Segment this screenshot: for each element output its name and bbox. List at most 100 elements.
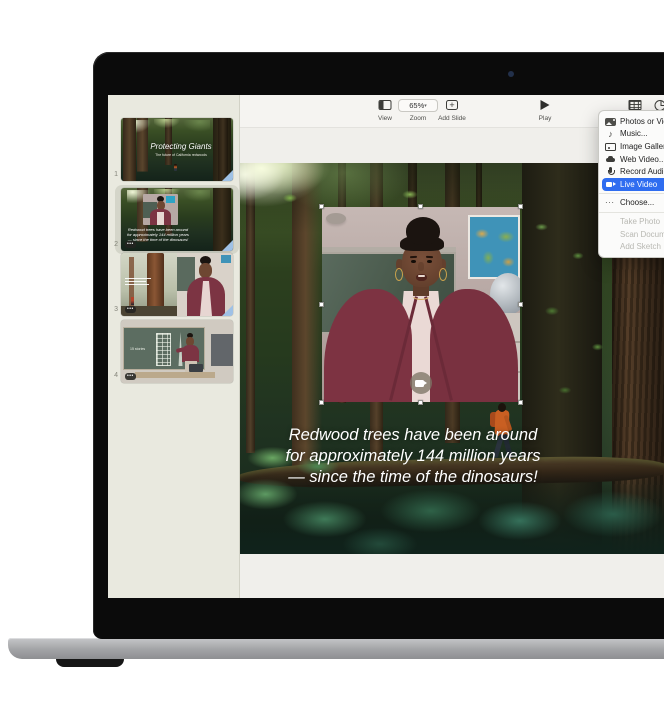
selection-handle-se[interactable] (518, 400, 523, 405)
menu-item-music[interactable]: ♪ Music... (599, 128, 664, 141)
image-gallery-icon (605, 143, 616, 151)
menu-separator (599, 212, 664, 213)
slide-thumbnail-1[interactable]: Protecting Giants The future of Californ… (121, 118, 233, 181)
media-corner-indicator (222, 170, 233, 181)
zoom-value: 65% (409, 101, 424, 110)
menu-item-label: Take Photo (620, 217, 660, 226)
selection-handle-w[interactable] (319, 302, 324, 307)
caption-line: — since the time of the dinosaurs! (248, 467, 578, 488)
media-count-badge: ••• (125, 241, 136, 249)
mini-world-map (221, 255, 231, 263)
mouth (416, 274, 427, 281)
media-count-badge: ••• (125, 373, 136, 381)
nose (418, 262, 424, 271)
tiny-text-line (125, 278, 151, 279)
live-video-camera-badge (410, 372, 432, 394)
mini-caption: Redwood trees have been around for appro… (125, 227, 191, 242)
webcam-dot (508, 71, 514, 77)
selection-handle-sw[interactable] (319, 400, 324, 405)
menu-item-label: Add Sketch (620, 242, 661, 251)
slide1-title: Protecting Giants (133, 142, 229, 151)
play-icon (541, 100, 550, 110)
menu-item-label: Choose... (620, 198, 654, 207)
live-video-frame (322, 207, 520, 402)
necklace (411, 289, 431, 300)
slide-navigator: 1 Protecting Giants The future of Califo… (108, 95, 240, 598)
ceiling-light (326, 213, 346, 224)
slide-thumbnail-2[interactable]: Redwood trees have been around for appro… (121, 188, 233, 251)
cloud-icon (605, 154, 616, 164)
microphone-icon (605, 167, 616, 177)
menu-item-label: Image Gallery... (620, 142, 664, 151)
selection-handle-s[interactable] (418, 400, 423, 405)
menu-item-live-video-selected[interactable]: Live Video (602, 178, 664, 191)
macbook-scene: 1 Protecting Giants The future of Califo… (0, 0, 664, 720)
sidebar-view-icon (379, 100, 392, 110)
selection-handle-ne[interactable] (518, 204, 523, 209)
menu-item-scan-documents-disabled: Scan Documents (599, 228, 664, 241)
menu-item-label: Record Audio (620, 167, 664, 176)
hoop-earring (439, 268, 447, 281)
menu-item-add-sketch-disabled: Add Sketch (599, 240, 664, 253)
presenter-hair-bun (406, 217, 440, 245)
menu-separator (599, 193, 664, 194)
eye (427, 260, 432, 263)
empty-icon-space (605, 229, 616, 239)
toolbar-add-slide-button[interactable]: + Add Slide (425, 95, 479, 128)
menu-item-photos-or-videos[interactable]: Photos or Videos (599, 115, 664, 128)
menu-item-label: Music... (620, 129, 648, 138)
slide-number-1: 1 (109, 171, 118, 178)
mini-cabinet (211, 334, 233, 366)
mini-presenter-shirt (157, 212, 164, 225)
mini-laptop (189, 364, 203, 372)
chalk-building-drawing (156, 333, 171, 366)
macbook-base (8, 638, 664, 659)
ellipsis-icon: ··· (605, 198, 616, 208)
insert-media-menu: Photos or Videos ♪ Music... Image Galler… (598, 110, 664, 258)
mini-live-video (143, 194, 178, 225)
add-slide-icon: + (446, 100, 458, 110)
selection-handle-e[interactable] (518, 302, 523, 307)
caption-line: for approximately 144 million years (248, 446, 578, 467)
menu-item-label: Photos or Videos (620, 117, 664, 126)
hoop-earring (395, 268, 403, 281)
hiker-head (498, 403, 506, 412)
toolbar-play-button[interactable]: Play (525, 95, 565, 128)
menu-item-choose[interactable]: ··· Choose... (599, 197, 664, 210)
toolbar-label: Play (525, 115, 565, 122)
slide-caption-textbox[interactable]: Redwood trees have been around for appro… (248, 425, 578, 488)
mini-presenter-head (199, 263, 212, 278)
slide-thumbnail-4[interactable]: 15 stories ••• (121, 320, 233, 383)
mini-poster (166, 196, 175, 203)
media-corner-indicator (222, 240, 233, 251)
menu-item-web-video[interactable]: Web Video... (599, 153, 664, 166)
hiker-figure (131, 297, 134, 305)
media-count-badge: ••• (125, 306, 136, 314)
music-note-icon: ♪ (605, 129, 616, 139)
slide-thumbnail-3[interactable]: ••• (121, 253, 233, 316)
slide-number-4: 4 (109, 372, 118, 379)
live-video-object[interactable] (322, 207, 520, 402)
caption-line: Redwood trees have been around (248, 425, 578, 446)
world-map (468, 215, 520, 279)
eye (411, 260, 416, 263)
menu-item-record-audio[interactable]: Record Audio (599, 165, 664, 178)
video-camera-icon (415, 380, 424, 387)
hiker-figure (174, 164, 177, 171)
video-camera-icon (605, 179, 616, 189)
video-camera-lens-icon (424, 381, 427, 385)
slide-number-2: 2 (109, 241, 118, 248)
selection-handle-nw[interactable] (319, 204, 324, 209)
chalk-label: 15 stories (130, 347, 145, 351)
selection-handle-n[interactable] (418, 204, 423, 209)
tiny-text-line (125, 281, 146, 282)
menu-item-label: Web Video... (620, 155, 664, 164)
photos-icon (605, 118, 616, 126)
empty-icon-space (605, 242, 616, 252)
slide-number-3: 3 (109, 306, 118, 313)
media-corner-indicator (222, 305, 233, 316)
tiny-text-line (125, 284, 149, 285)
macbook-screen: 1 Protecting Giants The future of Califo… (108, 95, 664, 598)
slide1-subtitle: The future of California redwoods (133, 153, 229, 157)
menu-item-image-gallery[interactable]: Image Gallery... (599, 140, 664, 153)
